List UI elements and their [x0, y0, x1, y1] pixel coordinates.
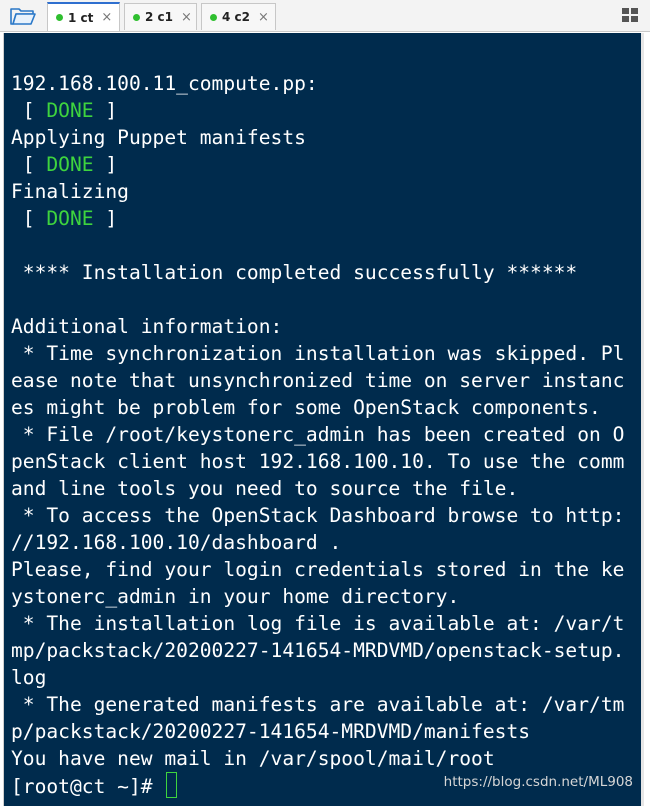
- terminal-line: Finalizing: [11, 180, 129, 203]
- terminal-line: ystonerc_admin in your home directory.: [11, 585, 460, 608]
- terminal-line: [ DONE ]: [11, 151, 641, 178]
- terminal-line: * The generated manifests are available …: [11, 693, 625, 716]
- watermark: https://blog.csdn.net/ML908: [443, 774, 633, 790]
- status-bracket-close: ]: [93, 153, 118, 176]
- connection-status-dot-icon: [56, 14, 63, 21]
- terminal-line: * The installation log file is available…: [11, 612, 625, 635]
- close-icon[interactable]: ×: [258, 10, 269, 25]
- text-cursor: [166, 772, 178, 798]
- grid-layout-icon[interactable]: [622, 8, 638, 22]
- folder-icon[interactable]: [10, 6, 36, 26]
- terminal-line: //192.168.100.10/dashboard .: [11, 531, 342, 554]
- terminal-line: es might be problem for some OpenStack c…: [11, 396, 601, 419]
- status-bracket-open: [: [11, 207, 47, 230]
- terminal-line: * To access the OpenStack Dashboard brow…: [11, 504, 625, 527]
- tab-label: 1 ct: [68, 10, 94, 25]
- status-done: DONE: [46, 207, 94, 230]
- terminal-line: ease note that unsynchronized time on se…: [11, 369, 625, 392]
- terminal-line: p/packstack/20200227-141654-MRDVMD/manif…: [11, 720, 531, 743]
- status-bracket-close: ]: [93, 207, 118, 230]
- terminal-line: * Time synchronization installation was …: [11, 342, 625, 365]
- terminal-line: * File /root/keystonerc_admin has been c…: [11, 423, 625, 446]
- terminal-line: and line tools you need to source the fi…: [11, 477, 519, 500]
- terminal-line: mp/packstack/20200227-141654-MRDVMD/open…: [11, 639, 625, 662]
- close-icon[interactable]: ×: [101, 10, 112, 25]
- status-bracket-open: [: [11, 99, 47, 122]
- tab-bar: 1 ct × 2 c1 × 4 c2 ×: [0, 0, 650, 32]
- terminal-line: Applying Puppet manifests: [11, 126, 306, 149]
- terminal-line: Additional information:: [11, 315, 283, 338]
- terminal-line: log: [11, 666, 47, 689]
- terminal-line: penStack client host 192.168.100.10. To …: [11, 450, 625, 473]
- close-icon[interactable]: ×: [181, 10, 192, 25]
- terminal-line: [ DONE ]: [11, 205, 641, 232]
- tab-4-c2[interactable]: 4 c2 ×: [201, 3, 276, 30]
- terminal-lines: 192.168.100.11_compute.pp: [ DONE ] Apply…: [11, 70, 641, 772]
- tab-1-ct[interactable]: 1 ct ×: [47, 2, 120, 31]
- terminal-output[interactable]: 192.168.100.11_compute.pp: [ DONE ] Apply…: [3, 33, 644, 806]
- terminal-line: Please, find your login credentials stor…: [11, 558, 625, 581]
- tab-label: 4 c2: [222, 10, 250, 24]
- shell-prompt: [root@ct ~]#: [11, 775, 165, 798]
- terminal-line: 192.168.100.11_compute.pp:: [11, 72, 318, 95]
- status-bracket-close: ]: [93, 99, 118, 122]
- connection-status-dot-icon: [210, 13, 217, 21]
- tab-2-c1[interactable]: 2 c1 ×: [124, 3, 197, 30]
- tab-label: 2 c1: [145, 10, 173, 24]
- terminal-line: You have new mail in /var/spool/mail/roo…: [11, 747, 495, 770]
- status-done: DONE: [46, 153, 94, 176]
- terminal-line: **** Installation completed successfully…: [11, 261, 578, 284]
- connection-status-dot-icon: [133, 13, 140, 21]
- status-done: DONE: [46, 99, 94, 122]
- terminal-line: [ DONE ]: [11, 97, 641, 124]
- status-bracket-open: [: [11, 153, 47, 176]
